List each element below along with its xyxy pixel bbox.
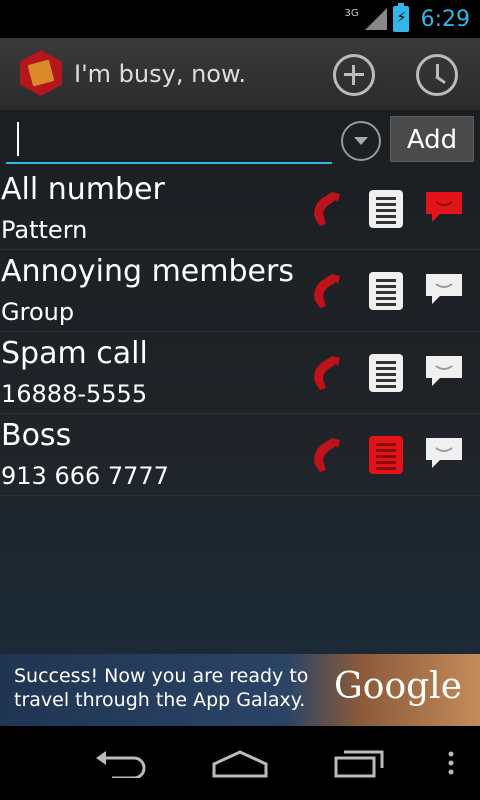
sms-reply-icon[interactable] (424, 272, 464, 306)
network-type: 3G (344, 7, 359, 19)
call-block-icon[interactable] (310, 190, 348, 228)
call-block-icon[interactable] (310, 272, 348, 310)
entry-detail: Pattern (1, 216, 88, 244)
battery-charging-icon: ⚡ (392, 3, 409, 32)
recent-apps-icon[interactable] (332, 748, 388, 778)
entry-name: Annoying members (1, 254, 294, 289)
log-icon[interactable] (369, 354, 403, 392)
sms-reply-icon[interactable] (424, 436, 464, 470)
ad-banner[interactable]: Success! Now you are ready to travel thr… (0, 654, 480, 726)
sms-reply-icon[interactable] (424, 190, 464, 224)
list-item[interactable]: Annoying members Group (0, 250, 480, 332)
entry-name: Spam call (1, 336, 148, 371)
back-icon[interactable] (92, 748, 148, 778)
navigation-bar (0, 726, 480, 800)
entry-name: Boss (1, 418, 72, 453)
text-cursor (17, 122, 19, 156)
action-bar: I'm busy, now. (0, 38, 480, 110)
log-icon[interactable] (369, 436, 403, 474)
signal-icon (364, 8, 387, 30)
status-time: 6:29 (420, 6, 470, 32)
dropdown-icon[interactable] (341, 121, 381, 161)
list-item[interactable]: Boss 913 666 7777 (0, 414, 480, 496)
entry-detail: Group (1, 298, 75, 326)
input-row: Add (0, 110, 480, 168)
status-bar: 3G ⚡ 6:29 (0, 0, 480, 38)
app-title: I'm busy, now. (74, 60, 247, 88)
call-block-icon[interactable] (310, 354, 348, 392)
overflow-menu-icon[interactable] (446, 748, 456, 778)
home-icon[interactable] (210, 748, 270, 778)
log-icon[interactable] (369, 272, 403, 310)
list-item[interactable]: Spam call 16888-5555 (0, 332, 480, 414)
status-icons: 3G ⚡ 6:29 (344, 3, 470, 34)
entry-name: All number (1, 172, 165, 207)
entry-detail: 16888-5555 (1, 380, 148, 408)
add-button[interactable]: Add (390, 116, 474, 162)
ad-brand-logo: Google (334, 666, 462, 707)
add-icon[interactable] (333, 54, 375, 96)
main-content: Add All number Pattern Annoying members Gro… (0, 110, 480, 654)
log-icon[interactable] (369, 190, 403, 228)
ad-text: Success! Now you are ready to travel thr… (14, 665, 309, 711)
blocked-list: All number Pattern Annoying members Group Sp… (0, 168, 480, 496)
entry-detail: 913 666 7777 (1, 462, 169, 490)
call-block-icon[interactable] (310, 436, 348, 474)
list-item[interactable]: All number Pattern (0, 168, 480, 250)
history-icon[interactable] (416, 54, 458, 96)
sms-reply-icon[interactable] (424, 354, 464, 388)
number-input[interactable] (6, 118, 332, 164)
app-logo-icon[interactable] (20, 50, 62, 96)
